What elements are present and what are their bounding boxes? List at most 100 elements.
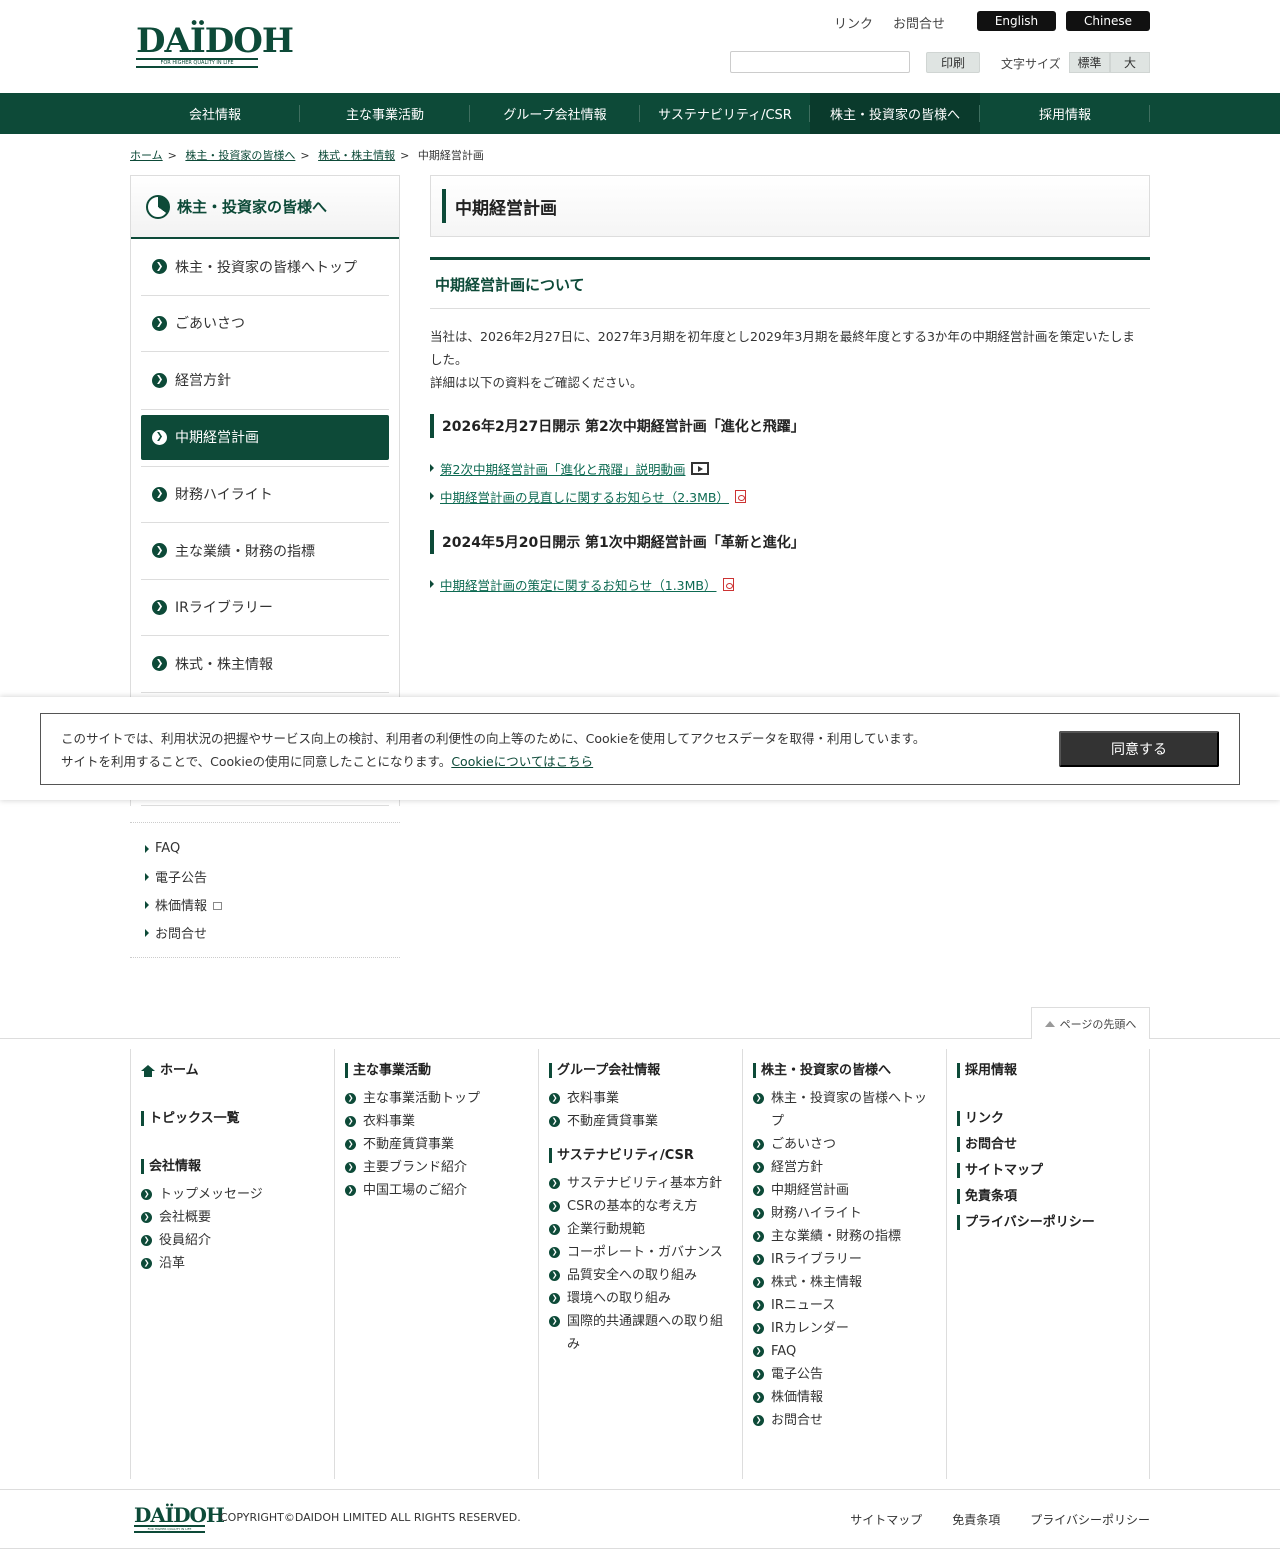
- gnav-sustainability[interactable]: サステナビリティ/CSR: [640, 93, 810, 134]
- footer-item[interactable]: ❯ 役員紹介: [141, 1229, 324, 1252]
- footer-item[interactable]: ❯ サステナビリティ基本方針: [549, 1172, 732, 1195]
- sidebar-item-greeting[interactable]: ❯ ごあいさつ: [141, 296, 389, 352]
- footer-item[interactable]: ❯ お問合せ: [753, 1409, 936, 1432]
- footer-item[interactable]: ❯ 財務ハイライト: [753, 1202, 936, 1225]
- sidebar-item-results[interactable]: ❯ 主な業績・財務の指標: [141, 523, 389, 580]
- footer-col-3: グループ会社情報 ❯ 衣料事業 ❯ 不動産賃貸事業 サステナビリティ/CSR ❯ サス…: [538, 1049, 742, 1479]
- gnav-business[interactable]: 主な事業活動: [300, 93, 470, 134]
- font-size-standard-button[interactable]: 標準: [1069, 52, 1110, 73]
- footer-item[interactable]: ❯ 中期経営計画: [753, 1179, 936, 1202]
- gnav-investors[interactable]: 株主・投資家の皆様へ: [810, 93, 980, 134]
- footer-topics-link[interactable]: トピックス一覧: [141, 1111, 324, 1126]
- footer-item[interactable]: ❯ 不動産賃貸事業: [345, 1133, 528, 1156]
- chevron-right-icon: ❯: [549, 1224, 560, 1235]
- plan2-revision-pdf-link[interactable]: 中期経営計画の見直しに関するお知らせ（2.3MB）: [440, 487, 729, 506]
- sidebar-item-stock-info[interactable]: ❯ 株式・株主情報: [141, 636, 389, 693]
- footer-item[interactable]: ❯ 環境への取り組み: [549, 1287, 732, 1310]
- footer-item[interactable]: ❯ 企業行動規範: [549, 1218, 732, 1241]
- sidebar-divider: [141, 408, 389, 410]
- footer-item[interactable]: ❯ コーポレート・ガバナンス: [549, 1241, 732, 1264]
- footer-item[interactable]: ❯ IRカレンダー: [753, 1317, 936, 1340]
- footer-item[interactable]: ❯ 不動産賃貸事業: [549, 1110, 732, 1133]
- footer-recruit-link[interactable]: 採用情報: [957, 1063, 1139, 1078]
- site-logo[interactable]: DAÏDOH FOR HIGHER QUALITY IN LIFE: [136, 22, 294, 70]
- gnav-recruit[interactable]: 採用情報: [980, 93, 1150, 134]
- footer-item[interactable]: ❯ 沿革: [141, 1252, 324, 1275]
- footer-item[interactable]: ❯ 衣料事業: [549, 1087, 732, 1110]
- home-icon: [141, 1064, 155, 1077]
- chevron-right-icon: ❯: [345, 1185, 356, 1196]
- footer-item[interactable]: ❯ 中国工場のご紹介: [345, 1179, 528, 1202]
- sidebar-link-public-notice[interactable]: 電子公告: [145, 863, 400, 891]
- footer-sitemap-link[interactable]: サイトマップ: [957, 1163, 1139, 1178]
- triangle-right-icon: [145, 928, 149, 937]
- footer-privacy-link[interactable]: プライバシーポリシー: [957, 1215, 1139, 1230]
- list-item: 第2次中期経営計画「進化と飛躍」説明動画: [430, 454, 1150, 482]
- footer-item[interactable]: ❯ 株式・株主情報: [753, 1271, 936, 1294]
- footer-ir-link[interactable]: 株主・投資家の皆様へ: [753, 1063, 936, 1078]
- footer-links-link[interactable]: リンク: [957, 1111, 1139, 1126]
- footer-home-link[interactable]: ホーム: [141, 1063, 324, 1078]
- list-item: 中期経営計画の見直しに関するお知らせ（2.3MB）: [430, 482, 1150, 510]
- font-size-large-button[interactable]: 大: [1110, 52, 1150, 73]
- footer-logo[interactable]: DAÏDOH FOR HIGHER QUALITY IN LIFE: [134, 1503, 225, 1533]
- footer-csr-link[interactable]: サステナビリティ/CSR: [549, 1148, 732, 1163]
- bottom-link-sitemap[interactable]: サイトマップ: [850, 1511, 922, 1528]
- footer-item[interactable]: ❯ 株主・投資家の皆様へトップ: [753, 1087, 936, 1133]
- footer-contact-link[interactable]: お問合せ: [957, 1137, 1139, 1152]
- page-top-button[interactable]: ページの先頭へ: [1031, 1007, 1150, 1039]
- english-button[interactable]: English: [977, 11, 1056, 31]
- gnav-group[interactable]: グループ会社情報: [470, 93, 640, 134]
- footer-item[interactable]: ❯ トップメッセージ: [141, 1183, 324, 1206]
- footer-item[interactable]: ❯ 品質安全への取り組み: [549, 1264, 732, 1287]
- gnav-company[interactable]: 会社情報: [130, 93, 300, 134]
- breadcrumb-stock[interactable]: 株式・株主情報: [318, 149, 395, 162]
- breadcrumb-investors[interactable]: 株主・投資家の皆様へ: [185, 149, 295, 162]
- footer-item[interactable]: ❯ 主な事業活動トップ: [345, 1087, 528, 1110]
- print-button[interactable]: 印刷: [926, 52, 980, 73]
- chevron-right-icon: ❯: [753, 1277, 764, 1288]
- footer-col-1: ホーム トピックス一覧 会社情報 ❯ トップメッセージ ❯ 会社概要 ❯ 役員紹介 ❯…: [130, 1049, 334, 1479]
- util-link-links[interactable]: リンク: [834, 13, 873, 32]
- chevron-right-icon: ❯: [753, 1093, 764, 1104]
- sidebar-item-midterm-plan[interactable]: ❯ 中期経営計画: [141, 414, 389, 460]
- sidebar-link-stock-price[interactable]: 株価情報: [145, 891, 400, 919]
- bottom-link-disclaimer[interactable]: 免責条項: [952, 1511, 1000, 1528]
- cookie-agree-button[interactable]: 同意する: [1059, 731, 1219, 767]
- sidebar-link-faq[interactable]: FAQ: [145, 835, 400, 863]
- chinese-button[interactable]: Chinese: [1066, 11, 1150, 31]
- cookie-policy-link[interactable]: Cookieについてはこちら: [451, 754, 593, 769]
- footer-group-link[interactable]: グループ会社情報: [549, 1063, 732, 1078]
- footer-item[interactable]: ❯ 電子公告: [753, 1363, 936, 1386]
- pdf-icon: [735, 489, 746, 503]
- footer-item[interactable]: ❯ 衣料事業: [345, 1110, 528, 1133]
- footer-item[interactable]: ❯ CSRの基本的な考え方: [549, 1195, 732, 1218]
- util-link-contact[interactable]: お問合せ: [893, 13, 945, 32]
- footer-item[interactable]: ❯ 国際的共通課題への取り組み: [549, 1310, 732, 1356]
- footer-business-link[interactable]: 主な事業活動: [345, 1063, 528, 1078]
- chevron-right-icon: ❯: [753, 1369, 764, 1380]
- footer-item[interactable]: ❯ FAQ: [753, 1340, 936, 1363]
- plan2-video-link[interactable]: 第2次中期経営計画「進化と飛躍」説明動画: [440, 459, 685, 478]
- bottom-link-privacy[interactable]: プライバシーポリシー: [1030, 1511, 1150, 1528]
- footer-item[interactable]: ❯ 会社概要: [141, 1206, 324, 1229]
- footer-item[interactable]: ❯ ごあいさつ: [753, 1133, 936, 1156]
- footer-item[interactable]: ❯ IRライブラリー: [753, 1248, 936, 1271]
- footer-item[interactable]: ❯ 主要ブランド紹介: [345, 1156, 528, 1179]
- breadcrumb-home[interactable]: ホーム: [130, 149, 163, 162]
- footer-company-link[interactable]: 会社情報: [141, 1159, 324, 1174]
- plan1-pdf-link[interactable]: 中期経営計画の策定に関するお知らせ（1.3MB）: [440, 575, 717, 594]
- plan2-doc-list: 第2次中期経営計画「進化と飛躍」説明動画 中期経営計画の見直しに関するお知らせ（…: [430, 454, 1150, 510]
- sidebar-link-contact[interactable]: お問合せ: [145, 919, 400, 947]
- search-input[interactable]: [730, 51, 910, 73]
- sidebar-item-policy[interactable]: ❯ 経営方針: [141, 352, 389, 409]
- footer-item[interactable]: ❯ 株価情報: [753, 1386, 936, 1409]
- footer-disclaimer-link[interactable]: 免責条項: [957, 1189, 1139, 1204]
- sidebar-item-investors-top[interactable]: ❯ 株主・投資家の皆様へトップ: [141, 239, 389, 296]
- chevron-right-icon: ❯: [141, 1189, 152, 1200]
- footer-item[interactable]: ❯ 主な業績・財務の指標: [753, 1225, 936, 1248]
- footer-item[interactable]: ❯ 経営方針: [753, 1156, 936, 1179]
- footer-item[interactable]: ❯ IRニュース: [753, 1294, 936, 1317]
- sidebar-item-ir-library[interactable]: ❯ IRライブラリー: [141, 580, 389, 636]
- sidebar-item-financial-highlight[interactable]: ❯ 財務ハイライト: [141, 467, 389, 523]
